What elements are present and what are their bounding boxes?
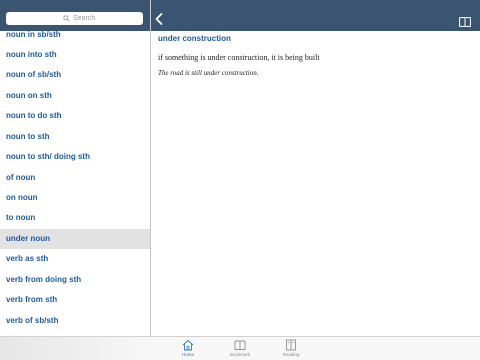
back-button[interactable] (154, 12, 164, 26)
tab-bookmark[interactable]: Bookmark (220, 339, 260, 360)
list-item[interactable]: verb as sth (0, 249, 150, 269)
reading-icon (286, 339, 296, 351)
list-item[interactable]: verb from sth (0, 290, 150, 310)
search-input[interactable]: Search (6, 12, 143, 25)
list-item[interactable]: noun of sb/sth (0, 65, 150, 85)
tab-home[interactable]: Home (168, 339, 208, 360)
list-item[interactable]: of noun (0, 168, 150, 188)
list-item[interactable]: noun to do sth (0, 106, 150, 126)
sidebar-header: Search (0, 0, 150, 31)
list-item[interactable]: noun to sth/ doing sth (0, 147, 150, 167)
entry-definition: if something is under construction, it i… (158, 53, 320, 62)
book-view-button[interactable] (459, 14, 471, 27)
list-item-selected[interactable]: under noun (0, 229, 150, 249)
list-item[interactable]: noun to sth (0, 127, 150, 147)
entry-headword: under construction (158, 34, 231, 43)
list-item[interactable]: noun on sth (0, 86, 150, 106)
book-icon (459, 17, 471, 27)
list-item[interactable]: verb from doing sth (0, 270, 150, 290)
chevron-left-icon (155, 13, 163, 25)
list-item[interactable]: noun in sb/sth (0, 31, 150, 45)
detail-header (151, 0, 480, 31)
list-item[interactable]: noun into sth (0, 45, 150, 65)
search-placeholder: Search (73, 15, 96, 22)
home-icon (182, 339, 194, 351)
tab-reading-label: Reading (282, 352, 300, 357)
search-icon (63, 15, 70, 22)
tab-bookmark-label: Bookmark (229, 352, 251, 357)
bookmark-icon (234, 340, 246, 350)
tab-bar: Home Bookmark Reading (0, 336, 480, 360)
list-item[interactable]: on noun (0, 188, 150, 208)
list-item[interactable]: verb of sb/sth (0, 311, 150, 331)
tab-reading[interactable]: Reading (271, 339, 311, 360)
pane-divider (150, 0, 151, 360)
tab-bar-shade (0, 337, 150, 360)
list-item[interactable]: to noun (0, 208, 150, 228)
sidebar: Search noun in sb/sth noun into sth noun… (0, 0, 150, 360)
phrase-list[interactable]: noun in sb/sth noun into sth noun of sb/… (0, 31, 150, 336)
tab-home-label: Home (181, 352, 194, 357)
entry-example: The road is still under construction. (158, 69, 259, 77)
